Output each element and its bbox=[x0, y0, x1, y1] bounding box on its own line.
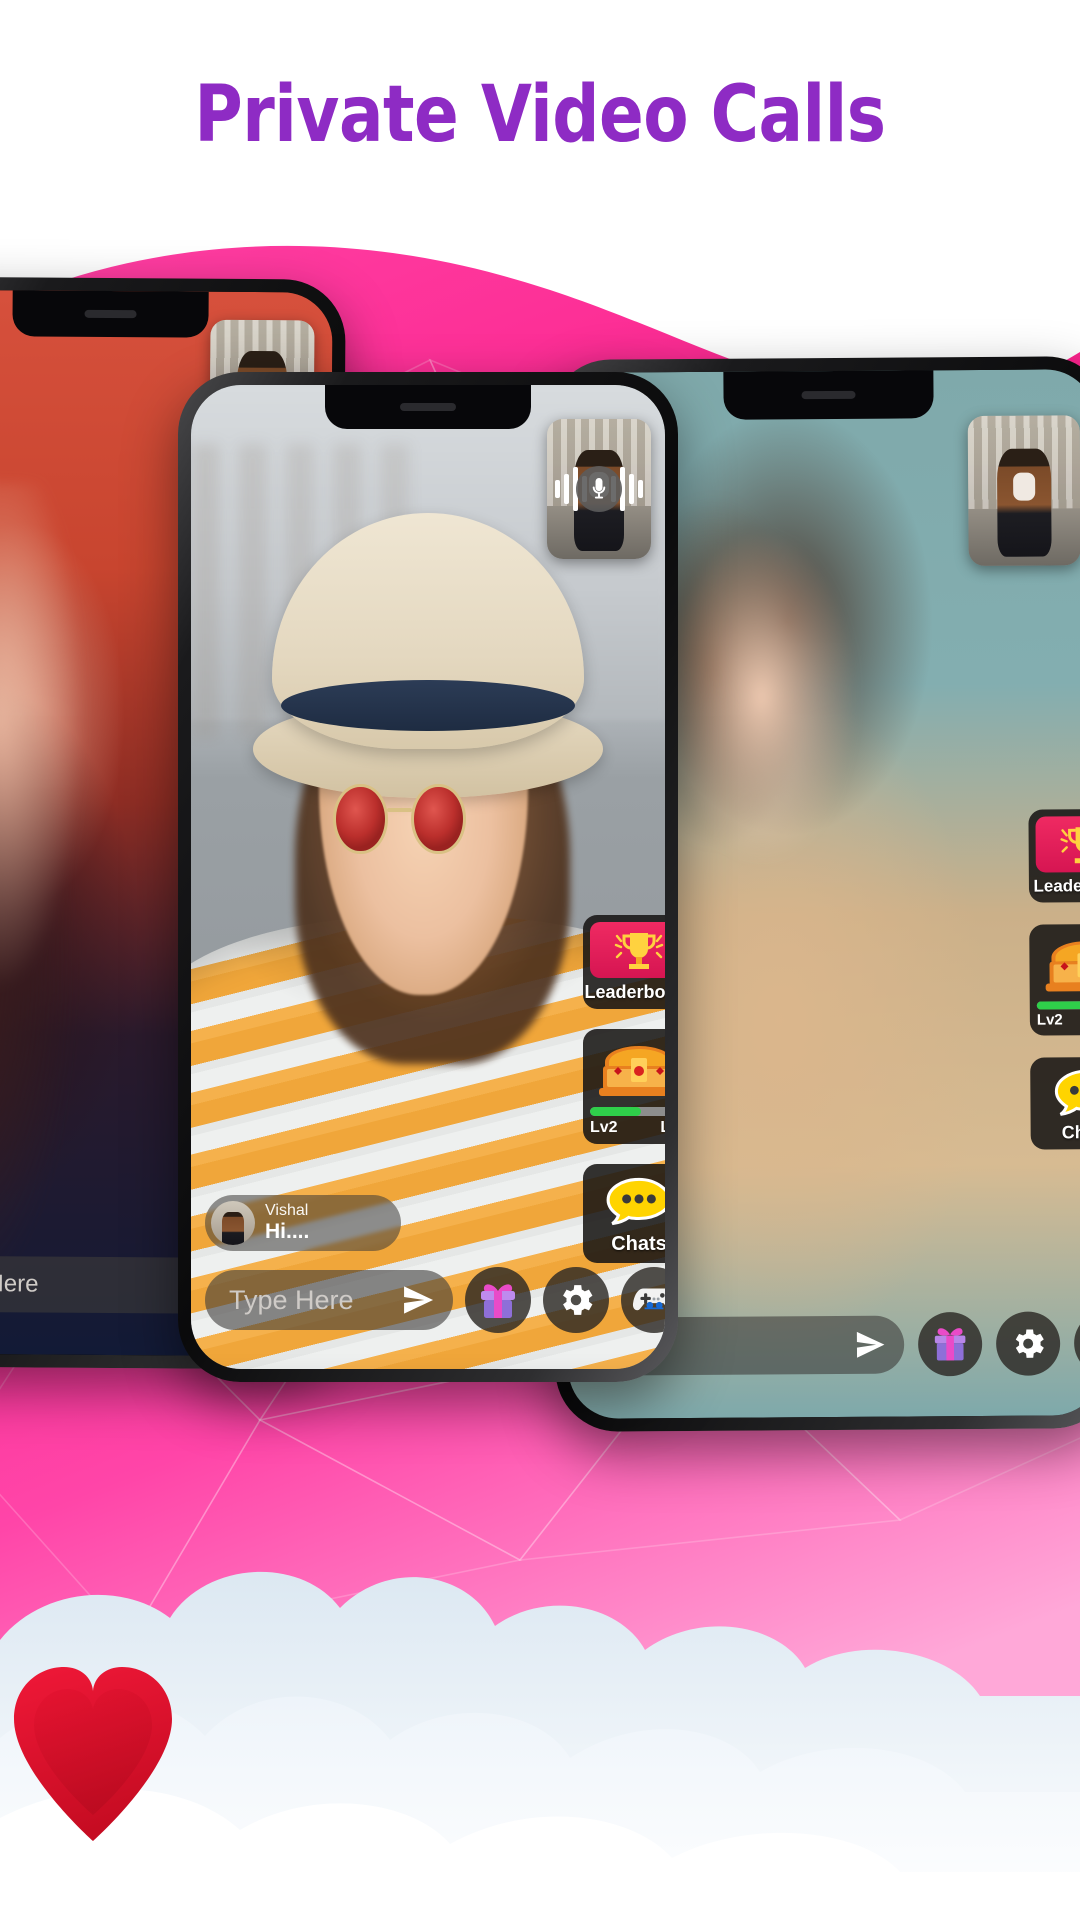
center-bottom-bar: Type Here bbox=[205, 1267, 665, 1333]
earpiece-speaker bbox=[801, 390, 856, 400]
center-input-placeholder: Type Here bbox=[229, 1284, 354, 1315]
gift-icon[interactable] bbox=[465, 1267, 531, 1333]
center-type-input[interactable]: Type Here bbox=[205, 1270, 453, 1330]
microphone-icon[interactable] bbox=[576, 466, 622, 512]
level-from: Lv2 bbox=[1036, 1011, 1063, 1029]
heart-decoration-left bbox=[14, 1667, 172, 1841]
right-pip-self-view[interactable] bbox=[967, 415, 1080, 567]
gear-icon[interactable] bbox=[543, 1267, 609, 1333]
center-pip-self-view[interactable] bbox=[547, 419, 651, 559]
center-side-actions: Leaderboard bbox=[583, 915, 665, 1263]
game-controller-icon[interactable] bbox=[1073, 1310, 1080, 1376]
gear-icon[interactable] bbox=[995, 1311, 1061, 1376]
sidebar-item-leaderboard[interactable]: Leaderboard bbox=[583, 915, 665, 1009]
earpiece-speaker bbox=[84, 309, 137, 319]
level-progress-fill bbox=[1036, 1001, 1080, 1010]
earpiece-speaker bbox=[400, 403, 456, 411]
sidebar-label-chats: Chats bbox=[1061, 1122, 1080, 1143]
left-phone-notch bbox=[12, 290, 209, 338]
page-title: Private Video Calls bbox=[194, 70, 886, 160]
video-hat-band bbox=[281, 680, 575, 732]
video-sunglass-bridge bbox=[386, 808, 413, 813]
left-input-placeholder: Type Here bbox=[0, 1270, 39, 1298]
sidebar-item-treasure[interactable]: Lv2 Lv3 bbox=[1029, 923, 1080, 1036]
level-progress-track bbox=[590, 1107, 665, 1116]
level-to: Lv3 bbox=[660, 1119, 665, 1137]
treasure-chest-icon bbox=[1038, 932, 1080, 997]
level-labels: Lv2 Lv3 bbox=[1036, 1011, 1080, 1029]
level-from: Lv2 bbox=[590, 1119, 618, 1136]
video-sunglass-left bbox=[333, 783, 388, 855]
sidebar-label-chats: Chats bbox=[611, 1233, 665, 1255]
center-phone-screen: Leaderboard bbox=[191, 385, 665, 1369]
sidebar-item-chats[interactable]: Chats bbox=[583, 1164, 665, 1263]
send-icon[interactable] bbox=[399, 1281, 437, 1319]
gift-icon[interactable] bbox=[917, 1311, 983, 1377]
promo-screenshot: Type Here bbox=[0, 0, 1080, 1920]
chat-bubble-icon bbox=[592, 1173, 665, 1229]
chat-sender-name: Vishal bbox=[265, 1202, 309, 1219]
sidebar-label-leaderboard: Leaderboard bbox=[584, 982, 665, 1002]
sidebar-item-chats[interactable]: Chats bbox=[1030, 1056, 1080, 1150]
send-icon[interactable] bbox=[852, 1327, 888, 1363]
chat-message-body: Hi.... bbox=[265, 1220, 310, 1243]
trophy-icon bbox=[590, 922, 665, 978]
trophy-icon bbox=[1035, 815, 1080, 873]
treasure-chest-icon bbox=[592, 1037, 665, 1101]
video-sunglass-right bbox=[411, 783, 466, 855]
level-labels: Lv2 Lv3 bbox=[590, 1119, 665, 1137]
center-phone-notch bbox=[325, 385, 531, 429]
right-phone-notch bbox=[723, 370, 934, 420]
level-progress-track bbox=[1036, 1000, 1080, 1010]
chat-bubble-icon bbox=[1039, 1065, 1080, 1120]
sidebar-item-treasure[interactable]: Lv2 Lv3 bbox=[583, 1029, 665, 1144]
center-phone: Leaderboard bbox=[178, 372, 678, 1382]
right-side-actions: Leaderboard Lv2 Chats bbox=[1028, 808, 1080, 1150]
chat-message-text: Vishal Hi.... bbox=[265, 1202, 309, 1244]
game-controller-icon[interactable] bbox=[621, 1267, 665, 1333]
avatar bbox=[211, 1201, 255, 1245]
sidebar-item-leaderboard[interactable]: Leaderboard bbox=[1028, 808, 1080, 903]
level-progress: Lv2 Lv3 bbox=[1036, 1000, 1080, 1029]
level-progress-fill bbox=[590, 1107, 641, 1116]
chat-message[interactable]: Vishal Hi.... bbox=[205, 1195, 401, 1251]
level-progress: Lv2 Lv3 bbox=[590, 1107, 665, 1137]
pip-person bbox=[997, 448, 1052, 557]
sidebar-label-leaderboard: Leaderboard bbox=[1033, 875, 1080, 896]
